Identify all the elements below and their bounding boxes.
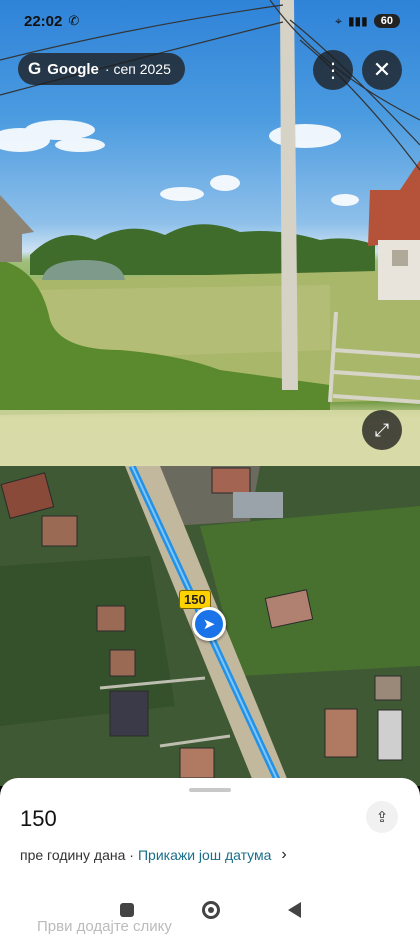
more-options-button[interactable]: ⋮ (313, 50, 353, 90)
google-g-icon: G (28, 59, 42, 78)
current-position-marker[interactable]: ➤ (192, 607, 226, 641)
close-icon: ✕ (372, 57, 392, 82)
system-nav-bar (0, 886, 420, 934)
chevron-right-icon[interactable]: › (281, 846, 286, 864)
date-label: · сеп 2025 (104, 61, 171, 77)
imagery-age: пре годину дана · (20, 847, 134, 863)
more-dates-link[interactable]: Прикажи још датума (138, 847, 271, 863)
home-icon[interactable] (201, 901, 220, 919)
status-bar: 22:02 ✆ ⌖ ▮▮▮ 60 (24, 8, 400, 34)
back-icon[interactable] (287, 902, 301, 918)
battery-indicator: 60 (373, 14, 400, 28)
expand-icon: ⤢ (374, 419, 390, 440)
imagery-date-chip[interactable]: G Google · сеп 2025 (18, 53, 185, 85)
imagery-info-row: пре годину дана · Прикажи још датума › (20, 846, 287, 864)
recent-apps-icon[interactable] (119, 903, 134, 917)
location-icon: ⌖ (335, 13, 342, 28)
call-icon: ✆ (68, 13, 80, 28)
street-view-photo[interactable]: 22:02 ✆ ⌖ ▮▮▮ 60 G Google · сеп 2025 ⋮ ✕… (0, 0, 420, 466)
close-button[interactable]: ✕ (362, 50, 402, 90)
navigation-arrow-icon: ➤ (202, 616, 216, 633)
drag-handle[interactable] (189, 788, 231, 792)
place-title: 150 (20, 806, 57, 831)
more-vert-icon: ⋮ (323, 59, 343, 82)
brand-label: Google (47, 60, 99, 78)
expand-button[interactable]: ⤢ (362, 410, 402, 450)
signal-icon: ▮▮▮ (347, 14, 368, 28)
share-button[interactable]: ⇪ (366, 801, 398, 833)
share-icon: ⇪ (375, 809, 389, 826)
status-time: 22:02 (24, 12, 63, 30)
